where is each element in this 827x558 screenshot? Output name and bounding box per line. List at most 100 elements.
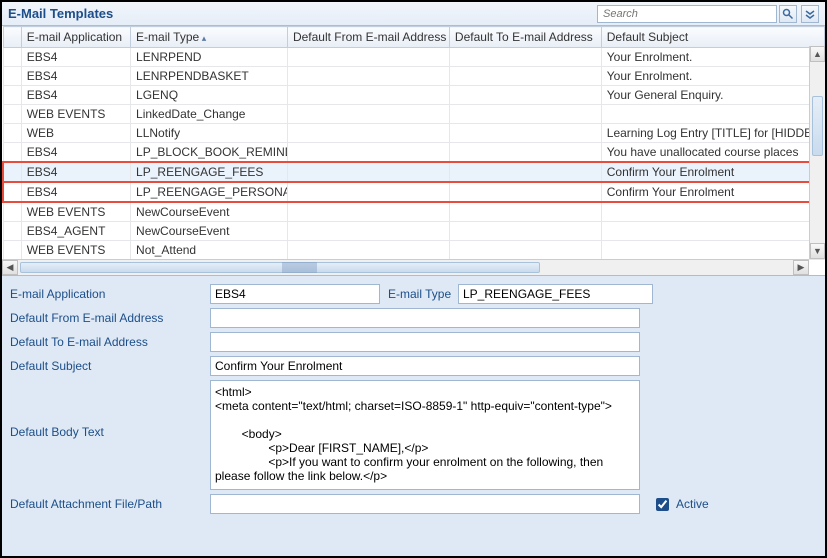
col-email-application[interactable]: E-mail Application <box>21 27 130 48</box>
row-selector-cell[interactable] <box>3 202 21 222</box>
table-cell[interactable] <box>449 86 601 105</box>
search-input[interactable] <box>601 7 773 21</box>
table-row[interactable]: EBS4LP_REENGAGE_PERSONAL Confirm Your Enr… <box>3 182 824 202</box>
scroll-right-arrow[interactable]: ▶ <box>793 260 809 275</box>
col-default-to[interactable]: Default To E-mail Address <box>449 27 601 48</box>
table-cell[interactable]: EBS4 <box>21 48 130 67</box>
col-email-type[interactable]: E-mail Type <box>131 27 288 48</box>
table-cell[interactable] <box>287 105 449 124</box>
row-selector-cell[interactable] <box>3 48 21 67</box>
table-cell[interactable]: LLNotify <box>131 124 288 143</box>
table-cell[interactable]: You have unallocated course places <box>601 143 824 163</box>
table-cell[interactable] <box>449 67 601 86</box>
scroll-left-arrow[interactable]: ◀ <box>2 260 18 275</box>
table-cell[interactable]: Learning Log Entry [TITLE] for [HIDDEN_L <box>601 124 824 143</box>
field-default-body[interactable] <box>210 380 640 490</box>
row-selector-cell[interactable] <box>3 143 21 163</box>
table-cell[interactable]: LP_BLOCK_BOOK_REMIND <box>131 143 288 163</box>
table-cell[interactable] <box>287 48 449 67</box>
table-cell[interactable] <box>449 241 601 260</box>
table-cell[interactable] <box>449 143 601 163</box>
table-row[interactable]: WEB EVENTSLinkedDate_Change <box>3 105 824 124</box>
table-row[interactable]: EBS4LENRPEND Your Enrolment. <box>3 48 824 67</box>
table-cell[interactable]: Confirm Your Enrolment <box>601 162 824 182</box>
table-cell[interactable]: Confirm Your Enrolment <box>601 182 824 202</box>
table-cell[interactable] <box>449 202 601 222</box>
expand-chevron-icon[interactable] <box>801 5 819 23</box>
table-row[interactable]: WEBLLNotify Learning Log Entry [TITLE] fo… <box>3 124 824 143</box>
label-active[interactable]: Active <box>676 497 709 511</box>
table-cell[interactable]: WEB EVENTS <box>21 202 130 222</box>
active-checkbox[interactable] <box>656 498 669 511</box>
row-selector-cell[interactable] <box>3 86 21 105</box>
vertical-scroll-thumb[interactable] <box>812 96 823 156</box>
table-row[interactable]: WEB EVENTSNot_Attend <box>3 241 824 260</box>
row-selector-cell[interactable] <box>3 105 21 124</box>
table-cell[interactable] <box>449 182 601 202</box>
table-cell[interactable] <box>449 162 601 182</box>
table-cell[interactable] <box>287 67 449 86</box>
table-row[interactable]: EBS4LENRPENDBASKET Your Enrolment. <box>3 67 824 86</box>
table-cell[interactable]: Your Enrolment. <box>601 67 824 86</box>
row-selector-cell[interactable] <box>3 67 21 86</box>
table-cell[interactable] <box>601 105 824 124</box>
table-cell[interactable] <box>601 202 824 222</box>
table-row[interactable]: EBS4LGENQ Your General Enquiry. <box>3 86 824 105</box>
table-cell[interactable]: EBS4 <box>21 182 130 202</box>
table-cell[interactable]: EBS4_AGENT <box>21 222 130 241</box>
table-row[interactable]: EBS4_AGENTNewCourseEvent <box>3 222 824 241</box>
table-cell[interactable]: WEB <box>21 124 130 143</box>
table-cell[interactable] <box>449 105 601 124</box>
row-selector-cell[interactable] <box>3 162 21 182</box>
search-icon[interactable] <box>779 5 797 23</box>
field-email-application[interactable] <box>210 284 380 304</box>
table-cell[interactable]: EBS4 <box>21 143 130 163</box>
field-default-subject[interactable] <box>210 356 640 376</box>
table-cell[interactable] <box>287 124 449 143</box>
field-email-type[interactable] <box>458 284 653 304</box>
field-default-from[interactable] <box>210 308 640 328</box>
scroll-up-arrow[interactable]: ▲ <box>810 46 825 62</box>
field-attachment[interactable] <box>210 494 640 514</box>
horizontal-scrollbar[interactable]: ◀ ▶ <box>2 259 809 275</box>
row-selector-cell[interactable] <box>3 182 21 202</box>
table-cell[interactable]: LinkedDate_Change <box>131 105 288 124</box>
table-cell[interactable]: LENRPENDBASKET <box>131 67 288 86</box>
search-box[interactable] <box>597 5 777 23</box>
row-selector-cell[interactable] <box>3 241 21 260</box>
table-cell[interactable] <box>287 202 449 222</box>
table-cell[interactable]: EBS4 <box>21 86 130 105</box>
col-default-subject[interactable]: Default Subject <box>601 27 824 48</box>
table-cell[interactable] <box>287 86 449 105</box>
table-cell[interactable] <box>601 241 824 260</box>
table-cell[interactable] <box>449 222 601 241</box>
table-cell[interactable]: LGENQ <box>131 86 288 105</box>
field-default-to[interactable] <box>210 332 640 352</box>
table-cell[interactable]: WEB EVENTS <box>21 241 130 260</box>
table-cell[interactable]: Your Enrolment. <box>601 48 824 67</box>
table-cell[interactable]: NewCourseEvent <box>131 202 288 222</box>
col-default-from[interactable]: Default From E-mail Address <box>287 27 449 48</box>
table-cell[interactable]: LP_REENGAGE_FEES <box>131 162 288 182</box>
table-cell[interactable] <box>449 124 601 143</box>
table-row[interactable]: EBS4LP_REENGAGE_FEES Confirm Your Enrolme… <box>3 162 824 182</box>
scroll-down-arrow[interactable]: ▼ <box>810 243 825 259</box>
table-cell[interactable]: Not_Attend <box>131 241 288 260</box>
table-cell[interactable] <box>287 222 449 241</box>
row-selector-header[interactable] <box>3 27 21 48</box>
table-cell[interactable] <box>287 182 449 202</box>
vertical-scrollbar[interactable]: ▲ ▼ <box>809 46 825 259</box>
row-selector-cell[interactable] <box>3 222 21 241</box>
table-row[interactable]: EBS4LP_BLOCK_BOOK_REMIND You have unalloc… <box>3 143 824 163</box>
table-cell[interactable]: Your General Enquiry. <box>601 86 824 105</box>
table-cell[interactable] <box>449 48 601 67</box>
table-cell[interactable]: EBS4 <box>21 67 130 86</box>
table-cell[interactable]: WEB EVENTS <box>21 105 130 124</box>
table-cell[interactable]: LP_REENGAGE_PERSONAL <box>131 182 288 202</box>
table-cell[interactable] <box>287 143 449 163</box>
table-cell[interactable] <box>601 222 824 241</box>
table-row[interactable]: WEB EVENTSNewCourseEvent <box>3 202 824 222</box>
table-cell[interactable]: EBS4 <box>21 162 130 182</box>
table-cell[interactable]: LENRPEND <box>131 48 288 67</box>
horizontal-scroll-thumb[interactable] <box>20 262 540 273</box>
